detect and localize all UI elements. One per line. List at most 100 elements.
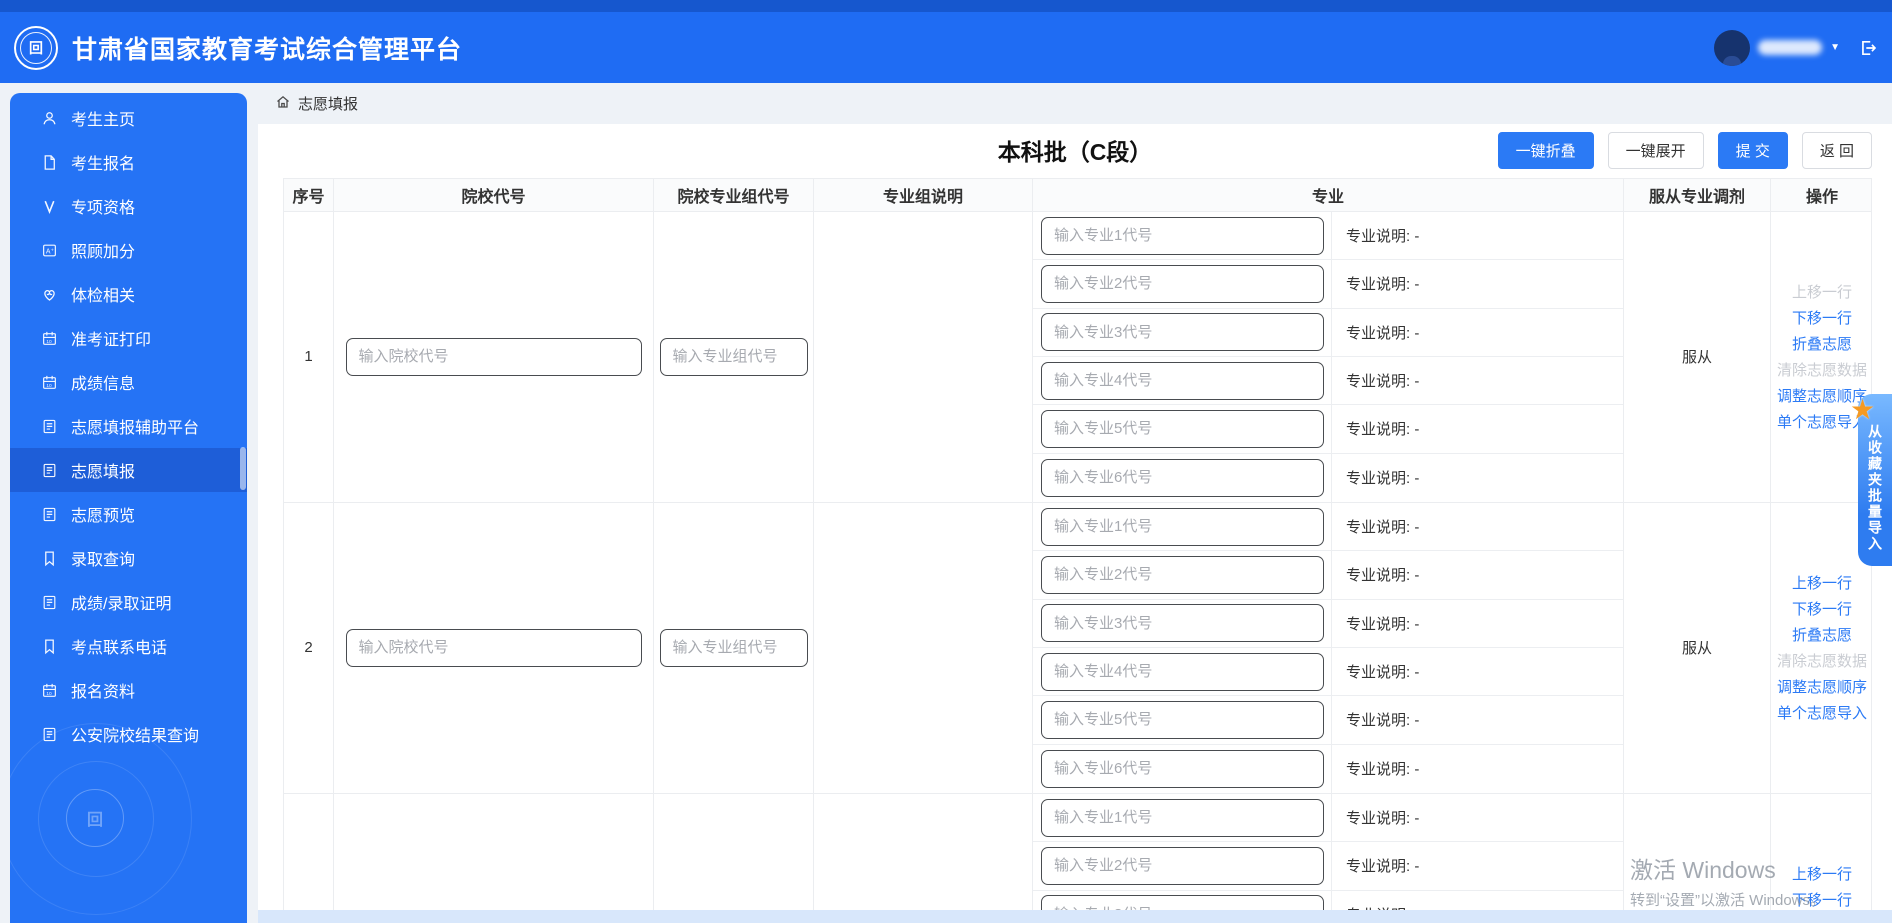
major-1-code-input[interactable]	[1041, 216, 1324, 255]
sidebar-item-4[interactable]: 体检相关	[10, 272, 247, 316]
sidebar-item-0[interactable]: 考生主页	[10, 96, 247, 140]
v-icon	[40, 197, 58, 215]
college-code-input[interactable]	[345, 628, 642, 667]
move-up-link[interactable]: 上移一行	[1792, 281, 1852, 302]
sidebar-item-2[interactable]: 专项资格	[10, 184, 247, 228]
sidebar-item-label: 志愿填报辅助平台	[71, 420, 200, 437]
sidebar-item-label: 照顾加分	[71, 244, 136, 261]
sidebar-item-8[interactable]: 志愿填报	[10, 448, 247, 492]
majors-cell: 专业说明: -专业说明: -专业说明: -专业说明: -专业说明: -专业说明:…	[1033, 502, 1624, 793]
expand-all-button[interactable]: 一键展开	[1607, 132, 1704, 169]
svg-text:10: 10	[46, 338, 52, 344]
major-5-code-input[interactable]	[1041, 700, 1324, 739]
volunteer-table: 序号院校代号院校专业组代号专业组说明专业服从专业调剂操作 1专业说明: -专业说…	[283, 178, 1872, 923]
app-logo-icon: 回	[14, 25, 58, 70]
col-header-4: 专业	[1033, 179, 1624, 211]
major-sub-row-4: 专业说明: -	[1033, 356, 1623, 406]
obey-adjustment-cell: 服从	[1624, 212, 1771, 502]
college-code-input[interactable]	[345, 337, 642, 376]
avatar[interactable]	[1714, 29, 1751, 66]
major-description: 专业说明: -	[1331, 405, 1623, 453]
move-down-link[interactable]: 下移一行	[1792, 598, 1852, 619]
major-2-code-input[interactable]	[1041, 555, 1324, 594]
group-code-input[interactable]	[659, 628, 808, 667]
major-6-code-input[interactable]	[1041, 749, 1324, 788]
sidebar-item-3[interactable]: A⁺ 照顾加分	[10, 228, 247, 272]
sidebar-item-12[interactable]: 考点联系电话	[10, 624, 247, 668]
major-description: 专业说明: -	[1331, 453, 1623, 502]
major-1-code-input[interactable]	[1041, 798, 1324, 837]
user-name[interactable]	[1758, 40, 1823, 55]
clear-volunteer-link[interactable]: 清除志愿数据	[1777, 359, 1867, 380]
group-code-input[interactable]	[659, 337, 808, 376]
sidebar-item-label: 成绩信息	[71, 376, 136, 393]
chevron-down-icon[interactable]: ▼	[1830, 42, 1840, 53]
major-description: 专业说明: -	[1331, 842, 1623, 890]
breadcrumb: 志愿填报	[258, 83, 358, 124]
obey-adjustment-cell: 服从	[1624, 793, 1771, 923]
back-button[interactable]: 返 回	[1801, 132, 1872, 169]
major-4-code-input[interactable]	[1041, 652, 1324, 691]
collapse-all-button[interactable]: 一键折叠	[1497, 132, 1594, 169]
move-up-link[interactable]: 上移一行	[1792, 863, 1852, 884]
col-header-6: 操作	[1805, 189, 1838, 206]
obey-adjustment-cell: 服从	[1624, 502, 1771, 793]
major-4-code-input[interactable]	[1041, 361, 1324, 400]
major-2-code-input[interactable]	[1041, 264, 1324, 303]
logout-icon[interactable]	[1858, 38, 1878, 58]
sidebar-item-11[interactable]: 成绩/录取证明	[10, 580, 247, 624]
college-code-cell	[334, 502, 654, 793]
major-sub-row-1: 专业说明: -	[1033, 793, 1623, 843]
sidebar-item-14[interactable]: 公安院校结果查询	[10, 712, 247, 756]
sidebar-item-7[interactable]: 志愿填报辅助平台	[10, 404, 247, 448]
group-code-cell	[654, 502, 814, 793]
major-sub-row-3: 专业说明: -	[1033, 308, 1623, 357]
submit-button[interactable]: 提 交	[1717, 132, 1788, 169]
major-6-code-input[interactable]	[1041, 458, 1324, 497]
volunteer-row-3: 3 专业说明: -专业说明: -专业说明: -专业说明: -专业说明: -专业说明…	[283, 793, 1872, 923]
col-header-1: 院校代号	[334, 179, 654, 211]
major-sub-row-6: 专业说明: -	[1033, 453, 1623, 502]
major-sub-row-6: 专业说明: -	[1033, 744, 1623, 793]
adjust-order-link[interactable]: 调整志愿顺序	[1777, 676, 1867, 697]
major-sub-row-1: 专业说明: -	[1033, 502, 1623, 552]
toolbar: 一键折叠 一键展开 提 交 返 回	[1497, 132, 1872, 169]
sidebar-item-10[interactable]: 录取查询	[10, 536, 247, 580]
single-import-link[interactable]: 单个志愿导入	[1777, 702, 1867, 723]
major-description: 专业说明: -	[1331, 308, 1623, 356]
clear-volunteer-link[interactable]: 清除志愿数据	[1777, 650, 1867, 671]
sidebar-item-label: 志愿填报	[71, 464, 136, 481]
sidebar-item-label: 体检相关	[71, 288, 136, 305]
major-5-code-input[interactable]	[1041, 409, 1324, 448]
import-from-favorites-ribbon[interactable]: ★ 从收藏夹批量导入	[1850, 394, 1892, 566]
sidebar-item-9[interactable]: 志愿预览	[10, 492, 247, 536]
bookmark-icon	[40, 637, 58, 655]
ribbon-label: 从收藏夹批量导入	[1867, 424, 1883, 552]
sidebar-item-13[interactable]: 10 报名资料	[10, 668, 247, 712]
major-2-code-input[interactable]	[1041, 846, 1324, 885]
major-description: 专业说明: -	[1331, 793, 1623, 842]
horizontal-scrollbar[interactable]	[258, 910, 1892, 923]
calendar-icon: 10	[40, 329, 58, 347]
doc-icon	[40, 725, 58, 743]
sidebar-scrollbar[interactable]	[240, 447, 246, 490]
collapse-volunteer-link[interactable]: 折叠志愿	[1792, 624, 1852, 645]
bookmark-icon	[40, 549, 58, 567]
major-3-code-input[interactable]	[1041, 604, 1324, 643]
major-3-code-input[interactable]	[1041, 313, 1324, 352]
sidebar-item-1[interactable]: 考生报名	[10, 140, 247, 184]
move-up-link[interactable]: 上移一行	[1792, 572, 1852, 593]
move-down-link[interactable]: 下移一行	[1792, 307, 1852, 328]
college-code-cell	[334, 212, 654, 502]
svg-text:10: 10	[46, 382, 52, 388]
sidebar-item-label: 报名资料	[71, 684, 136, 701]
move-down-link[interactable]: 下移一行	[1792, 889, 1852, 910]
row-number: 3	[284, 793, 334, 923]
collapse-volunteer-link[interactable]: 折叠志愿	[1792, 333, 1852, 354]
window-top-strip	[0, 0, 1892, 12]
sidebar-item-6[interactable]: 10 成绩信息	[10, 360, 247, 404]
major-sub-row-1: 专业说明: -	[1033, 212, 1623, 261]
major-1-code-input[interactable]	[1041, 507, 1324, 546]
breadcrumb-label[interactable]: 志愿填报	[298, 93, 358, 114]
sidebar-item-5[interactable]: 10 准考证打印	[10, 316, 247, 360]
